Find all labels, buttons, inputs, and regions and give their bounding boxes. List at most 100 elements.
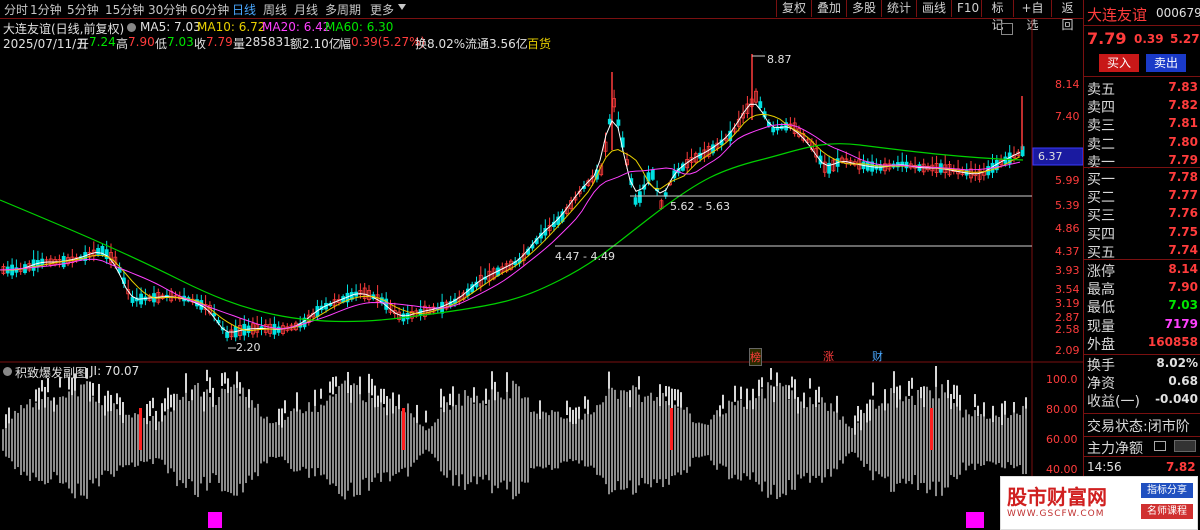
sub-bar-hi xyxy=(587,399,589,415)
sub-bar-hi xyxy=(221,373,223,386)
sub-bar xyxy=(458,393,460,487)
sub-bar-hi xyxy=(41,380,43,392)
sub-bar xyxy=(803,403,805,477)
bid-row[interactable]: 买一 7.78 xyxy=(1087,169,1200,189)
sub-bar xyxy=(980,414,982,466)
row-label: 卖三 xyxy=(1087,118,1115,135)
sub-bar xyxy=(161,420,163,460)
sub-bar xyxy=(893,388,895,492)
sub-bar xyxy=(287,416,289,464)
sub-bar xyxy=(428,428,430,452)
panel-divider xyxy=(1084,413,1200,414)
sub-bar xyxy=(638,394,640,486)
stat2-row[interactable]: 换手 8.02% xyxy=(1087,355,1200,375)
price-axis-label: 4.37 xyxy=(1055,245,1080,258)
stat2-row[interactable]: 净资 0.68 xyxy=(1087,373,1200,393)
sub-bar-hi xyxy=(992,405,994,423)
sub-bar xyxy=(500,397,502,483)
buy-button[interactable]: 买入 xyxy=(1099,54,1139,72)
sub-bar-hi xyxy=(608,371,610,389)
sub-bar-hi xyxy=(1001,403,1003,425)
stat-row[interactable]: 最低 7.03 xyxy=(1087,297,1200,317)
sub-bar-hi xyxy=(335,376,337,387)
candle-body xyxy=(650,169,655,180)
sub-bar xyxy=(386,407,388,473)
stat-row[interactable]: 最高 7.90 xyxy=(1087,279,1200,299)
sub-bar xyxy=(272,423,274,457)
subchart-settings-icon[interactable] xyxy=(3,367,12,376)
sub-bar xyxy=(782,386,784,494)
sub-bar xyxy=(788,399,790,481)
sub-bar xyxy=(815,402,817,478)
row-label: 卖五 xyxy=(1087,82,1115,98)
sub-bar-hi xyxy=(236,371,238,388)
sub-bar xyxy=(950,404,952,476)
sub-bar xyxy=(446,402,448,478)
bid-row[interactable]: 买二 7.77 xyxy=(1087,187,1200,207)
sub-bar xyxy=(374,402,376,478)
sub-bar xyxy=(1013,411,1015,469)
sub-bar xyxy=(626,391,628,489)
price-axis-label: 3.54 xyxy=(1055,283,1080,296)
sub-bar xyxy=(653,400,655,480)
sub-bar xyxy=(581,419,583,461)
sub-bar-hi xyxy=(296,392,298,412)
sub-bar-hi xyxy=(869,399,871,421)
sub-bar xyxy=(896,396,898,484)
row-value: 7179 xyxy=(1164,316,1198,331)
sub-bar xyxy=(827,410,829,470)
sub-bar-hi xyxy=(974,394,976,408)
stat-row[interactable]: 涨停 8.14 xyxy=(1087,261,1200,281)
sub-bar xyxy=(866,416,868,464)
sub-bar xyxy=(371,397,373,483)
sub-bar xyxy=(902,401,904,479)
flow-table-icon[interactable] xyxy=(1154,441,1166,451)
row-label: 卖二 xyxy=(1087,136,1115,153)
row-value: 7.74 xyxy=(1168,242,1198,257)
event-marker-list[interactable]: 榜 xyxy=(749,348,762,366)
sub-bar-hi xyxy=(107,390,109,412)
ask-row[interactable]: 卖三 7.81 xyxy=(1087,115,1200,135)
sub-bar-hi xyxy=(203,391,205,412)
price-axis-label: 3.19 xyxy=(1055,297,1080,310)
sub-bar-hi xyxy=(452,386,454,407)
panel-divider xyxy=(1084,259,1200,260)
sub-bar xyxy=(704,424,706,456)
flow-toggle[interactable] xyxy=(1174,440,1196,452)
stat-row[interactable]: 外盘 160858 xyxy=(1087,334,1200,354)
sub-bar xyxy=(857,422,859,458)
kline-chart[interactable] xyxy=(0,0,1083,530)
sell-button[interactable]: 卖出 xyxy=(1146,54,1186,72)
row-value: 7.76 xyxy=(1168,206,1198,221)
price-axis-label: 2.09 xyxy=(1055,344,1080,357)
sub-bar xyxy=(449,409,451,471)
sub-bar xyxy=(614,389,616,491)
sub-bar-hi xyxy=(104,395,106,416)
chart-expand-icon[interactable] xyxy=(1001,23,1013,35)
stat2-row[interactable]: 收益(一) -0.040 xyxy=(1087,391,1200,411)
event-marker-limit-up[interactable]: 涨 xyxy=(823,348,834,364)
sub-bar xyxy=(434,422,436,458)
bid-row[interactable]: 买三 7.76 xyxy=(1087,205,1200,225)
ask-row[interactable]: 卖五 7.83 xyxy=(1087,79,1200,99)
event-marker-finance[interactable]: 财 xyxy=(872,348,883,364)
sub-bar xyxy=(986,418,988,462)
sub-bar xyxy=(863,413,865,467)
ask-row[interactable]: 卖四 7.82 xyxy=(1087,97,1200,117)
bid-row[interactable]: 买四 7.75 xyxy=(1087,224,1200,244)
sub-bar xyxy=(1007,417,1009,463)
stat-row[interactable]: 现量 7179 xyxy=(1087,316,1200,336)
sub-bar-hi xyxy=(380,388,382,403)
sub-bar xyxy=(71,386,73,494)
sub-bar xyxy=(146,418,148,462)
sub-bar xyxy=(38,399,40,481)
sub-bar xyxy=(62,396,64,484)
sub-bar xyxy=(842,416,844,464)
sub-bar xyxy=(395,406,397,474)
row-value: 7.90 xyxy=(1168,280,1198,295)
sub-bar-hi xyxy=(539,400,541,420)
ask-row[interactable]: 卖二 7.80 xyxy=(1087,134,1200,154)
sub-bar xyxy=(290,411,292,469)
sub-bar xyxy=(569,421,571,459)
sub-bar-hi xyxy=(425,410,427,423)
